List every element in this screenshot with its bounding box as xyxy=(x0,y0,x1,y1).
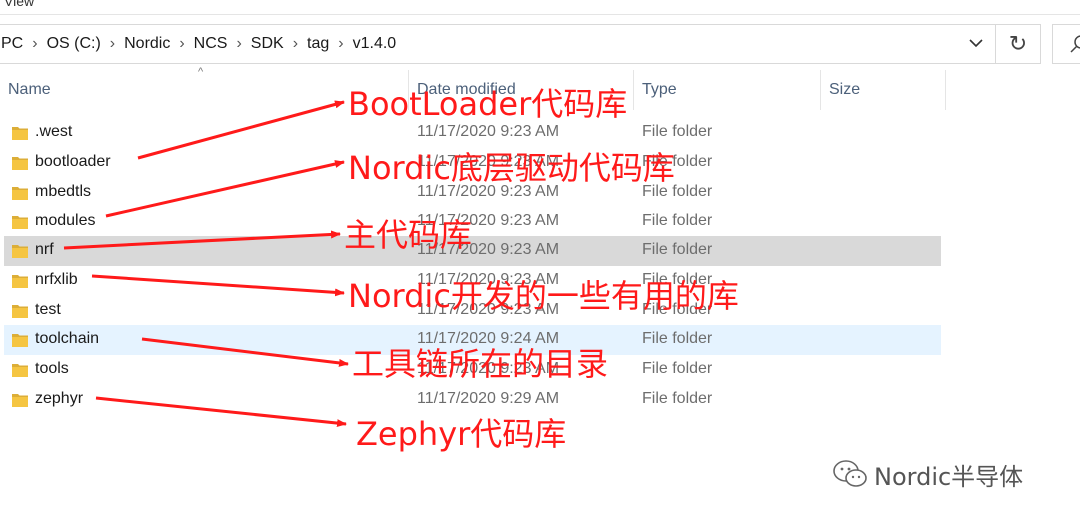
folder-icon xyxy=(12,127,28,140)
chevron-right-icon[interactable]: › xyxy=(103,35,122,53)
folder-icon xyxy=(12,275,28,288)
view-menu-label[interactable]: View xyxy=(4,0,34,9)
file-type: File folder xyxy=(642,330,713,347)
file-name: test xyxy=(35,301,61,318)
file-date: 11/17/2020 9:29 AM xyxy=(417,390,560,407)
file-name: nrf xyxy=(35,241,54,258)
annotation-nrf: 主代码库 xyxy=(344,216,473,254)
file-name: mbedtls xyxy=(35,183,92,200)
refresh-button[interactable]: ↻ xyxy=(996,24,1041,64)
folder-icon xyxy=(12,394,28,407)
chevron-right-icon[interactable]: › xyxy=(331,35,350,53)
crumb-pc[interactable]: PC xyxy=(0,35,25,53)
address-row: PC › OS (C:) › Nordic › NCS › SDK › tag … xyxy=(0,20,1080,66)
breadcrumb: PC › OS (C:) › Nordic › NCS › SDK › tag … xyxy=(0,25,398,63)
file-date: 11/17/2020 9:23 AM xyxy=(417,123,560,140)
file-type: File folder xyxy=(642,241,713,258)
folder-icon xyxy=(12,245,28,258)
column-header-size[interactable]: Size xyxy=(821,66,945,114)
chevron-down-icon xyxy=(969,38,983,47)
file-name: .west xyxy=(35,123,73,140)
folder-icon xyxy=(12,334,28,347)
list-item[interactable]: modules 11/17/2020 9:23 AM File folder xyxy=(4,207,941,237)
annotation-bootloader: BootLoader代码库 xyxy=(348,85,628,123)
column-header-name[interactable]: Name xyxy=(0,66,408,114)
refresh-icon: ↻ xyxy=(1008,31,1028,56)
annotation-zephyr: Zephyr代码库 xyxy=(356,415,567,453)
annotation-nrfxlib: Nordic开发的一些有用的库 xyxy=(348,277,739,315)
crumb-os-drive[interactable]: OS (C:) xyxy=(45,35,103,53)
watermark-text: Nordic半导体 xyxy=(874,462,1024,491)
wechat-icon xyxy=(833,460,867,487)
file-name: nrfxlib xyxy=(35,271,78,288)
folder-icon xyxy=(12,157,28,170)
file-name: bootloader xyxy=(35,153,111,170)
list-item[interactable]: zephyr 11/17/2020 9:29 AM File folder xyxy=(4,385,941,415)
folder-icon xyxy=(12,216,28,229)
file-name: toolchain xyxy=(35,330,100,347)
annotation-modules: Nordic底层驱动代码库 xyxy=(348,149,675,187)
column-header-type[interactable]: Type xyxy=(634,66,820,114)
folder-icon xyxy=(12,187,28,200)
chevron-right-icon[interactable]: › xyxy=(286,35,305,53)
address-history-dropdown[interactable] xyxy=(958,24,994,62)
file-name: modules xyxy=(35,212,96,229)
crumb-tag[interactable]: tag xyxy=(305,35,331,53)
crumb-nordic[interactable]: Nordic xyxy=(122,35,172,53)
file-type: File folder xyxy=(642,212,713,229)
file-type: File folder xyxy=(642,123,713,140)
search-icon xyxy=(1070,35,1080,53)
crumb-sdk[interactable]: SDK xyxy=(249,35,286,53)
folder-icon xyxy=(12,305,28,318)
folder-icon xyxy=(12,364,28,377)
wechat-watermark: Nordic半导体 xyxy=(832,456,1023,492)
column-divider[interactable] xyxy=(945,70,946,110)
chevron-right-icon[interactable]: › xyxy=(229,35,248,53)
annotation-toolchain: 工具链所在的目录 xyxy=(352,345,609,383)
search-input[interactable] xyxy=(1052,24,1080,64)
file-name: tools xyxy=(35,360,69,377)
crumb-ncs[interactable]: NCS xyxy=(192,35,230,53)
crumb-version[interactable]: v1.4.0 xyxy=(351,35,399,53)
file-type: File folder xyxy=(642,360,713,377)
list-item-selected[interactable]: nrf 11/17/2020 9:23 AM File folder xyxy=(4,236,941,266)
chevron-right-icon[interactable]: › xyxy=(172,35,191,53)
file-type: File folder xyxy=(642,390,713,407)
ribbon-menu-strip: View xyxy=(0,0,1080,15)
chevron-right-icon[interactable]: › xyxy=(25,35,44,53)
file-name: zephyr xyxy=(35,390,84,407)
address-bar[interactable]: PC › OS (C:) › Nordic › NCS › SDK › tag … xyxy=(0,24,996,64)
